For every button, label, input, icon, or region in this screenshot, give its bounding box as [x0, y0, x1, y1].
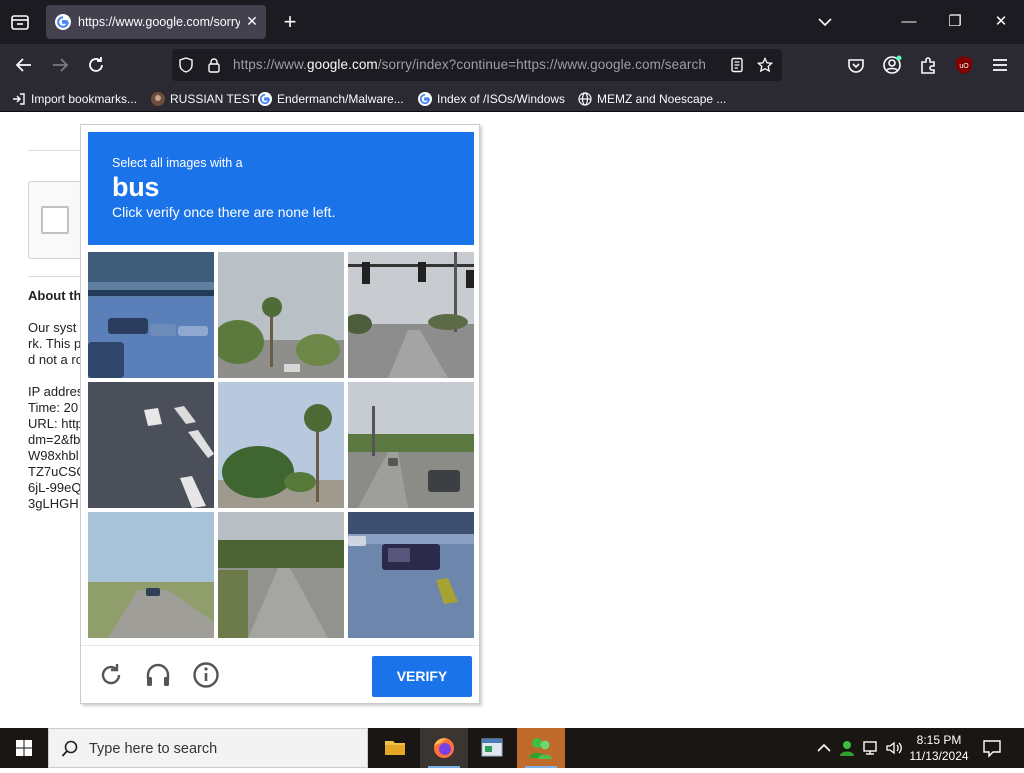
divider — [28, 150, 88, 151]
new-tab-button[interactable]: + — [278, 11, 302, 33]
lock-icon[interactable] — [206, 57, 222, 73]
google-icon — [258, 92, 272, 106]
tab-list-icon[interactable] — [8, 11, 32, 33]
bookmark-import[interactable]: Import bookmarks... — [12, 90, 137, 108]
forward-icon[interactable] — [48, 53, 72, 77]
divider — [28, 276, 88, 277]
navigation-toolbar: https://www.google.com/sorry/index?conti… — [0, 44, 1024, 86]
account-icon[interactable] — [880, 53, 904, 77]
search-placeholder: Type here to search — [89, 741, 218, 757]
network-icon[interactable] — [861, 738, 881, 758]
taskbar: Type here to search 8:15 PM 11/13/2024 — [0, 728, 1024, 768]
google-icon — [418, 92, 432, 106]
clock-date: 11/13/2024 — [909, 749, 969, 763]
extensions-icon[interactable] — [916, 53, 940, 77]
tab-close-icon[interactable]: ✕ — [244, 13, 260, 29]
restore-button[interactable]: ❐ — [943, 10, 967, 34]
challenge-target-word: bus — [112, 172, 160, 202]
pocket-icon[interactable] — [844, 53, 868, 77]
reader-view-icon[interactable] — [729, 57, 745, 73]
about-heading: About th — [28, 288, 82, 303]
browser-tab[interactable]: https://www.google.com/sorry/index?conti… — [46, 5, 266, 39]
challenge-footer: VERIFY — [81, 645, 479, 703]
tab-bar: https://www.google.com/sorry/index?conti… — [0, 0, 1024, 44]
info-icon[interactable] — [192, 661, 220, 689]
ublock-origin-icon[interactable]: uO — [952, 53, 976, 77]
image-tile[interactable] — [88, 252, 214, 378]
audio-challenge-icon[interactable] — [144, 661, 172, 689]
image-tile[interactable] — [88, 512, 214, 638]
bookmarks-toolbar: Import bookmarks... RUSSIAN TEST Enderma… — [0, 86, 1024, 112]
url-text[interactable]: https://www.google.com/sorry/index?conti… — [233, 57, 719, 72]
verify-button[interactable]: VERIFY — [372, 656, 472, 697]
bookmark-index-isos[interactable]: Index of /ISOs/Windows — [418, 90, 565, 108]
taskbar-search[interactable]: Type here to search — [48, 728, 368, 768]
notifications-icon[interactable] — [982, 738, 1002, 758]
tab-title: https://www.google.com/sorry/index?conti… — [78, 15, 240, 29]
system-clock[interactable]: 8:15 PM 11/13/2024 — [900, 732, 978, 764]
recaptcha-challenge: Select all images with a bus Click verif… — [80, 124, 480, 704]
globe-icon — [578, 92, 592, 106]
google-icon — [55, 14, 71, 30]
image-tile[interactable] — [348, 252, 474, 378]
back-icon[interactable] — [12, 53, 36, 77]
svg-text:uO: uO — [959, 63, 969, 70]
people-tray-icon[interactable] — [837, 738, 857, 758]
import-icon — [12, 92, 26, 106]
close-window-button[interactable]: ✕ — [989, 10, 1013, 34]
url-bar[interactable]: https://www.google.com/sorry/index?conti… — [172, 49, 782, 81]
search-icon — [61, 740, 79, 758]
image-tile[interactable] — [88, 382, 214, 508]
bookmark-endermanch[interactable]: Endermanch/Malware... — [258, 90, 404, 108]
shield-icon[interactable] — [178, 57, 194, 73]
image-tile[interactable] — [348, 382, 474, 508]
challenge-header: Select all images with a bus Click verif… — [88, 132, 474, 245]
recaptcha-anchor-box — [28, 181, 88, 259]
minimize-button[interactable]: — — [897, 10, 921, 34]
image-grid — [88, 252, 474, 638]
image-tile[interactable] — [218, 252, 344, 378]
bookmark-memz[interactable]: MEMZ and Noescape ... — [578, 90, 726, 108]
image-tile[interactable] — [218, 382, 344, 508]
show-hidden-icons-icon[interactable] — [814, 738, 834, 758]
bookmark-star-icon[interactable] — [756, 56, 774, 73]
reload-challenge-icon[interactable] — [97, 661, 125, 689]
reload-icon[interactable] — [84, 53, 108, 77]
challenge-subtext: Click verify once there are none left. — [112, 204, 336, 220]
bookmark-russian-test[interactable]: RUSSIAN TEST — [151, 90, 257, 108]
app-menu-icon[interactable] — [988, 53, 1012, 77]
app-window-icon[interactable] — [468, 728, 516, 768]
challenge-instruction: Select all images with a — [112, 156, 243, 170]
list-all-tabs-icon[interactable] — [813, 10, 837, 34]
file-explorer-icon[interactable] — [371, 728, 419, 768]
recaptcha-checkbox[interactable] — [41, 206, 69, 234]
clock-time: 8:15 PM — [916, 733, 962, 747]
info-text: Our syst rk. This p d not a ro IP addres… — [28, 320, 86, 511]
avatar-icon — [151, 92, 165, 106]
messenger-icon[interactable] — [517, 728, 565, 768]
start-button[interactable] — [0, 728, 48, 768]
image-tile[interactable] — [348, 512, 474, 638]
image-tile[interactable] — [218, 512, 344, 638]
firefox-icon[interactable] — [420, 728, 468, 768]
